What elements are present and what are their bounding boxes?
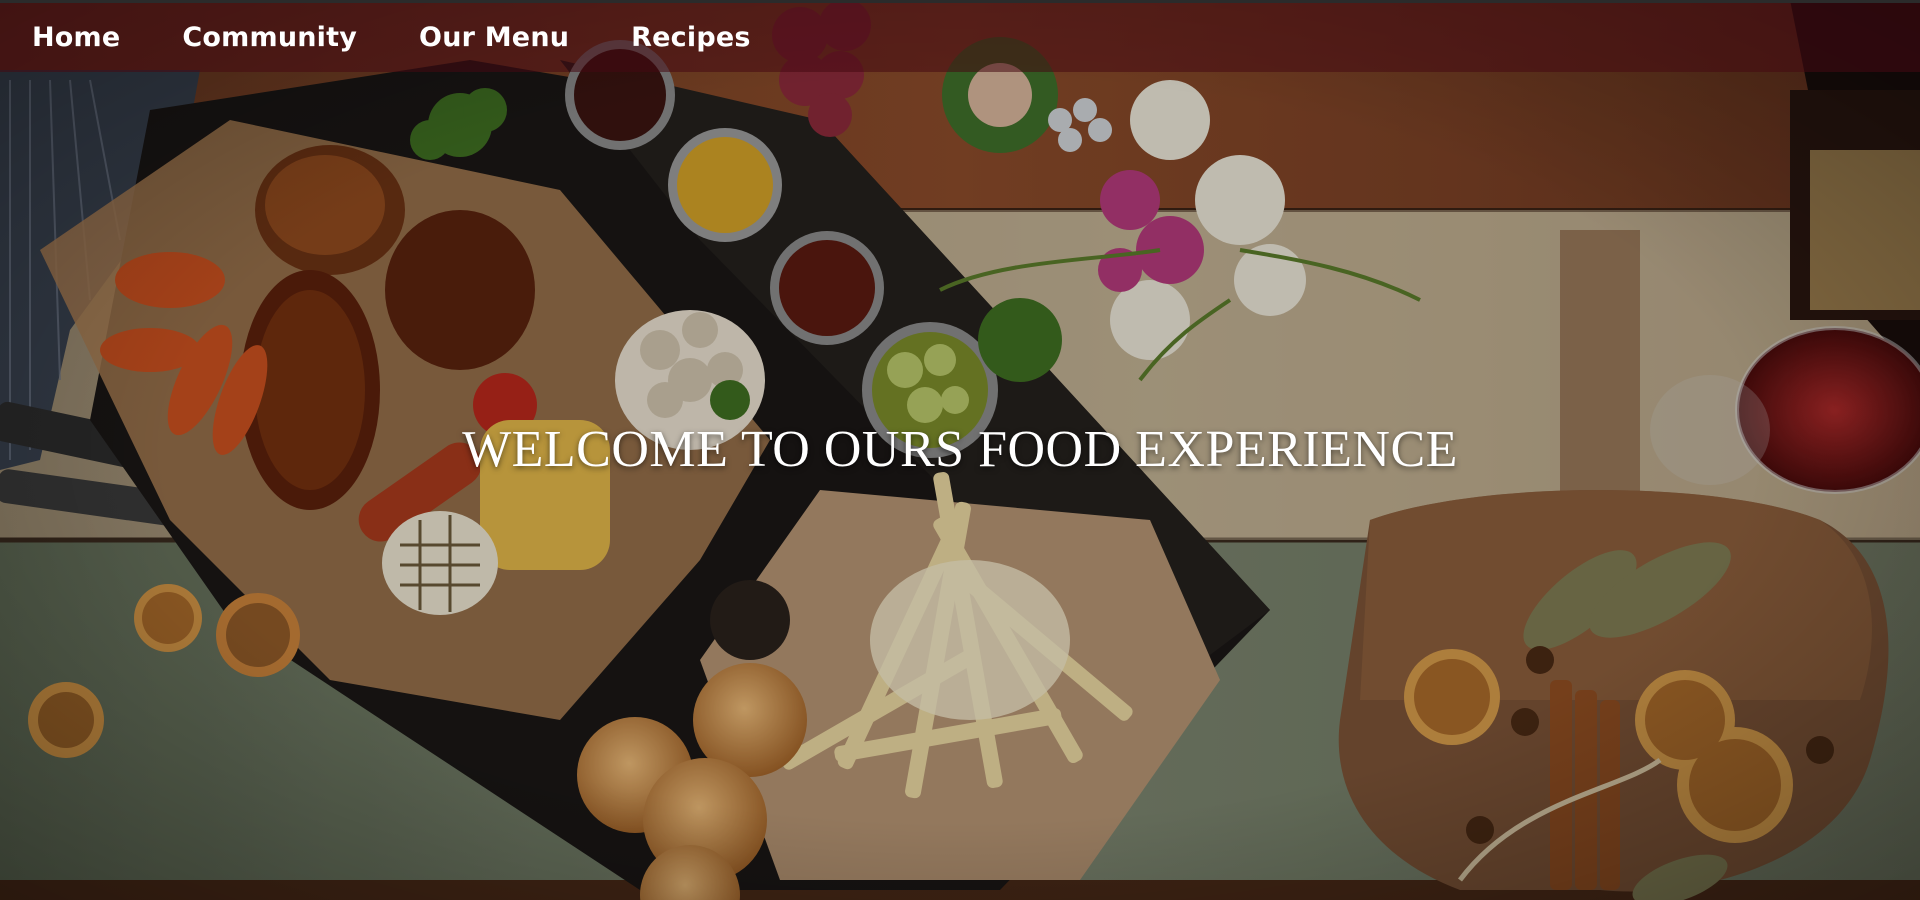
nav-link-home[interactable]: Home bbox=[32, 22, 120, 53]
top-navigation-bar: Home Community Our Menu Recipes bbox=[0, 0, 1920, 72]
nav-link-our-menu[interactable]: Our Menu bbox=[419, 22, 569, 53]
nav-link-community[interactable]: Community bbox=[182, 22, 357, 53]
hero-headline: WELCOME TO OURS FOOD EXPERIENCE bbox=[462, 421, 1458, 478]
nav-link-recipes[interactable]: Recipes bbox=[631, 22, 750, 53]
hero-section: Home Community Our Menu Recipes WELCOME … bbox=[0, 0, 1920, 900]
